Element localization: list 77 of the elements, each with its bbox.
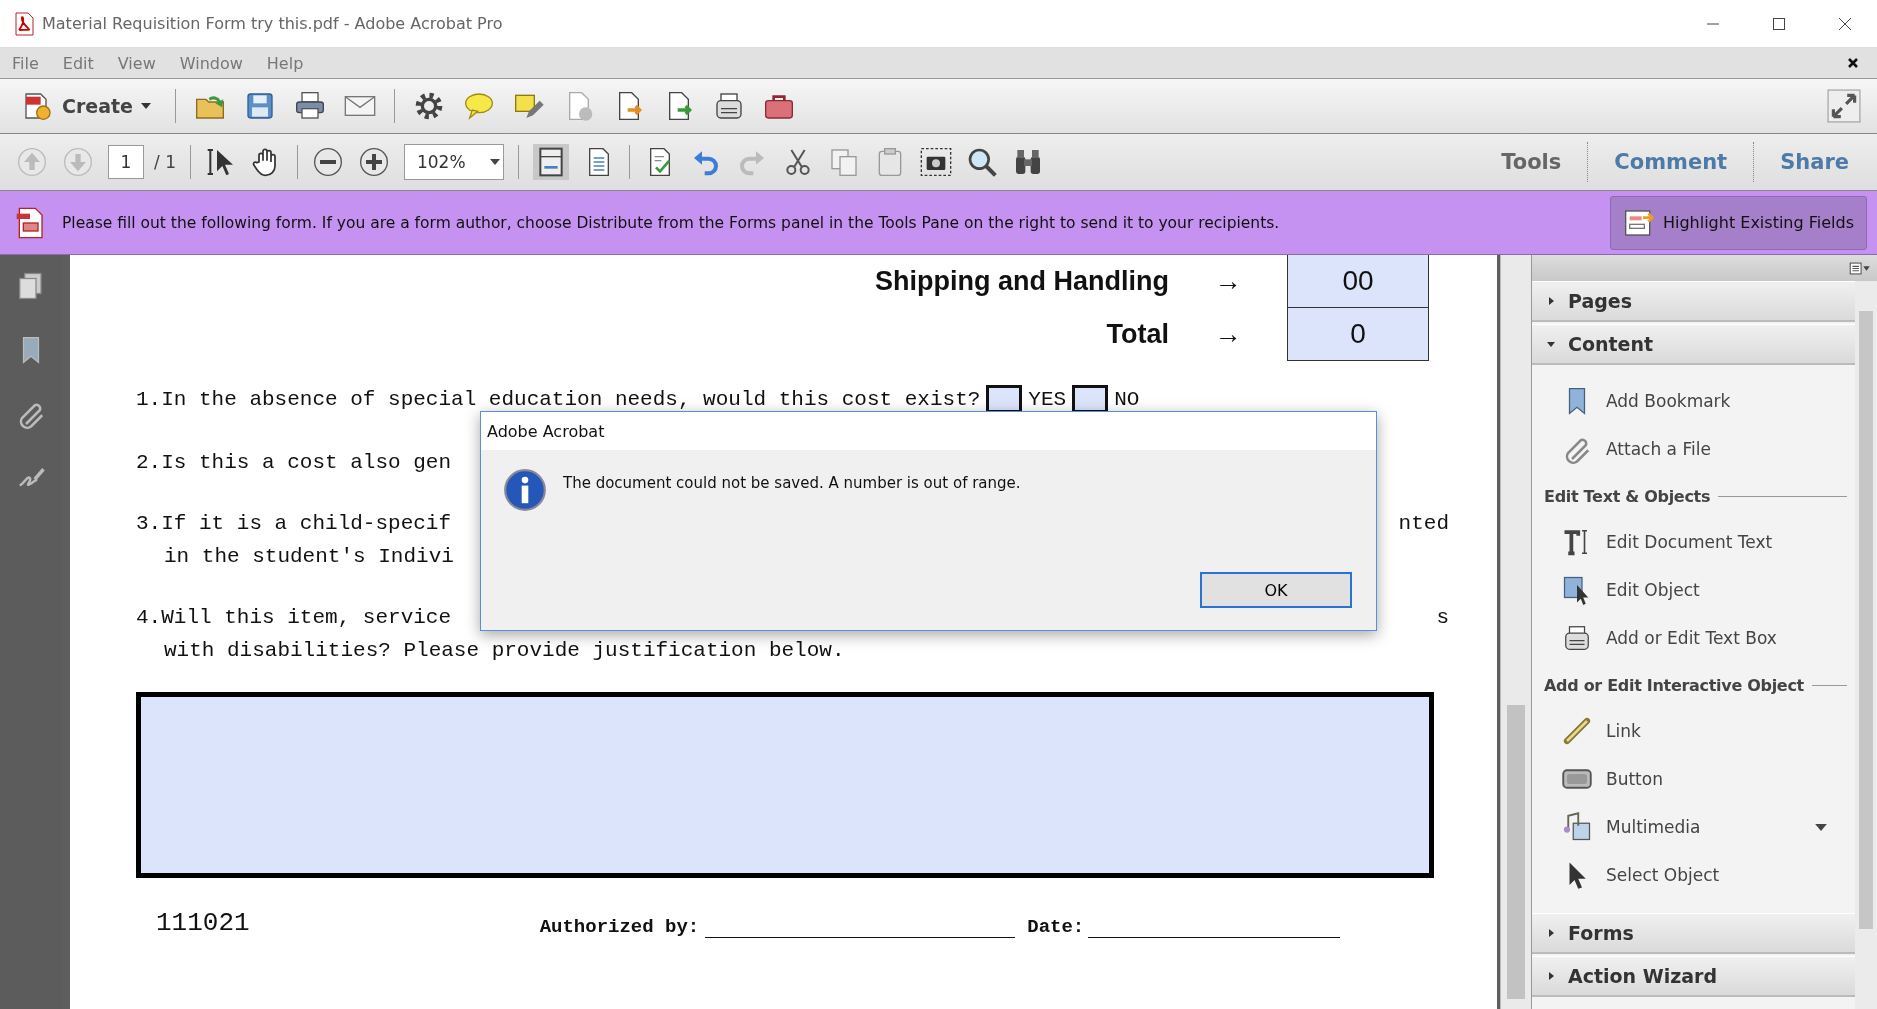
typewriter-icon[interactable] <box>713 90 745 122</box>
zoom-in-icon[interactable] <box>357 146 390 178</box>
tool-item[interactable]: Edit Document Text <box>1532 518 1855 566</box>
checkbox[interactable] <box>986 385 1023 413</box>
question-text: s <box>1436 606 1449 629</box>
fit-page-icon[interactable] <box>532 144 569 180</box>
total-label: Total <box>1105 319 1169 350</box>
save-icon[interactable] <box>244 90 276 122</box>
tool-item[interactable]: Multimedia <box>1532 803 1855 851</box>
page-count: / 1 <box>154 152 176 172</box>
typewriter-icon <box>1562 623 1592 653</box>
pane-tab[interactable]: Tools <box>1489 150 1574 174</box>
printer-icon[interactable] <box>294 90 326 122</box>
section-header[interactable]: Action Wizard <box>1532 956 1855 997</box>
checkbox[interactable] <box>1072 385 1109 413</box>
arrow-glyph: → <box>1213 266 1243 297</box>
section-header[interactable]: Pages <box>1532 281 1855 322</box>
dialog-title: Adobe Acrobat <box>481 412 1376 450</box>
document-icon <box>22 90 54 122</box>
caret-icon <box>489 159 500 165</box>
zoom-out-icon[interactable] <box>311 146 344 178</box>
group-heading: Add or Edit Interactive Object <box>1544 676 1804 695</box>
close-icon[interactable] <box>1847 57 1859 69</box>
zoom-field[interactable]: 102% <box>403 144 504 180</box>
caret-icon <box>141 103 151 109</box>
tool-item[interactable]: Link <box>1532 707 1855 755</box>
section-header[interactable]: Content <box>1532 324 1855 365</box>
pane-tab[interactable]: Comment <box>1602 150 1740 174</box>
group-heading: Edit Text & Objects <box>1544 487 1711 506</box>
tool-item[interactable]: Edit Object <box>1532 566 1855 614</box>
tool-item[interactable]: Button <box>1532 755 1855 803</box>
options-menu-icon[interactable] <box>1849 261 1871 275</box>
form-code: 111021 <box>156 908 250 938</box>
authorized-label: Authorized by: <box>539 916 700 938</box>
amount-field[interactable]: 0 <box>1287 307 1429 361</box>
pdf-document-icon <box>12 11 36 36</box>
option-label: NO <box>1114 387 1140 411</box>
question-text: 4.Will this item, service <box>136 606 452 629</box>
tool-item[interactable]: Add or Edit Text Box <box>1532 614 1855 662</box>
question-text: with disabilities? Please provide justification below. <box>164 639 845 662</box>
section-header[interactable]: Forms <box>1532 913 1855 954</box>
question-text: 1.In the absence of special education needs, would this cost exist? <box>136 387 981 411</box>
dialog-message: The document could not be saved. A number is out of range. <box>563 474 1021 492</box>
tool-item[interactable]: Add Bookmark <box>1532 377 1855 425</box>
pane-tab[interactable]: Share <box>1768 150 1861 174</box>
question-text: 3.If it is a child-specif <box>136 512 452 535</box>
info-icon <box>503 468 547 512</box>
tool-item[interactable]: Attach a File <box>1532 425 1855 473</box>
expand-icon[interactable] <box>1827 89 1861 123</box>
date-label: Date: <box>1027 916 1085 938</box>
create-button[interactable]: Create <box>16 90 157 122</box>
triangle-icon <box>1546 339 1556 349</box>
form-message: Please fill out the following form. If you are a form author, choose Distribute from the Forms panel in the Tools Pane on the right to send it to your recipients. <box>62 213 1281 232</box>
arrow-glyph: → <box>1213 319 1243 350</box>
tool-item[interactable]: Select Object <box>1532 851 1855 899</box>
question-text: 2.Is this a cost also gen <box>136 451 452 474</box>
amount-field[interactable]: 00 <box>1287 255 1429 308</box>
total-label: Shipping and Handling <box>875 266 1169 297</box>
camera-icon[interactable] <box>919 146 952 178</box>
window-title: Material Requisition Form try this.pdf - Adobe Acrobat Pro <box>42 14 503 33</box>
question-text: in the student's Indivi <box>164 545 454 568</box>
settings-icon[interactable] <box>413 90 445 122</box>
ok-button[interactable]: OK <box>1200 572 1352 608</box>
triangle-icon <box>1546 971 1556 981</box>
close-icon[interactable] <box>1837 15 1853 32</box>
triangle-icon <box>1546 296 1556 306</box>
option-label: YES <box>1028 387 1067 411</box>
page-number-field[interactable]: 1 <box>108 145 144 179</box>
triangle-icon <box>1546 928 1556 938</box>
scrollbar[interactable] <box>1500 255 1531 1009</box>
justification-field[interactable] <box>136 692 1434 878</box>
question-text: nted <box>1398 512 1449 535</box>
maximize-icon[interactable] <box>1771 15 1787 32</box>
scrollbar[interactable] <box>1855 281 1877 1009</box>
form-icon <box>14 206 46 239</box>
speech-bubble-icon[interactable] <box>463 90 495 122</box>
highlight-fields-button[interactable]: Highlight Existing Fields <box>1609 195 1867 250</box>
